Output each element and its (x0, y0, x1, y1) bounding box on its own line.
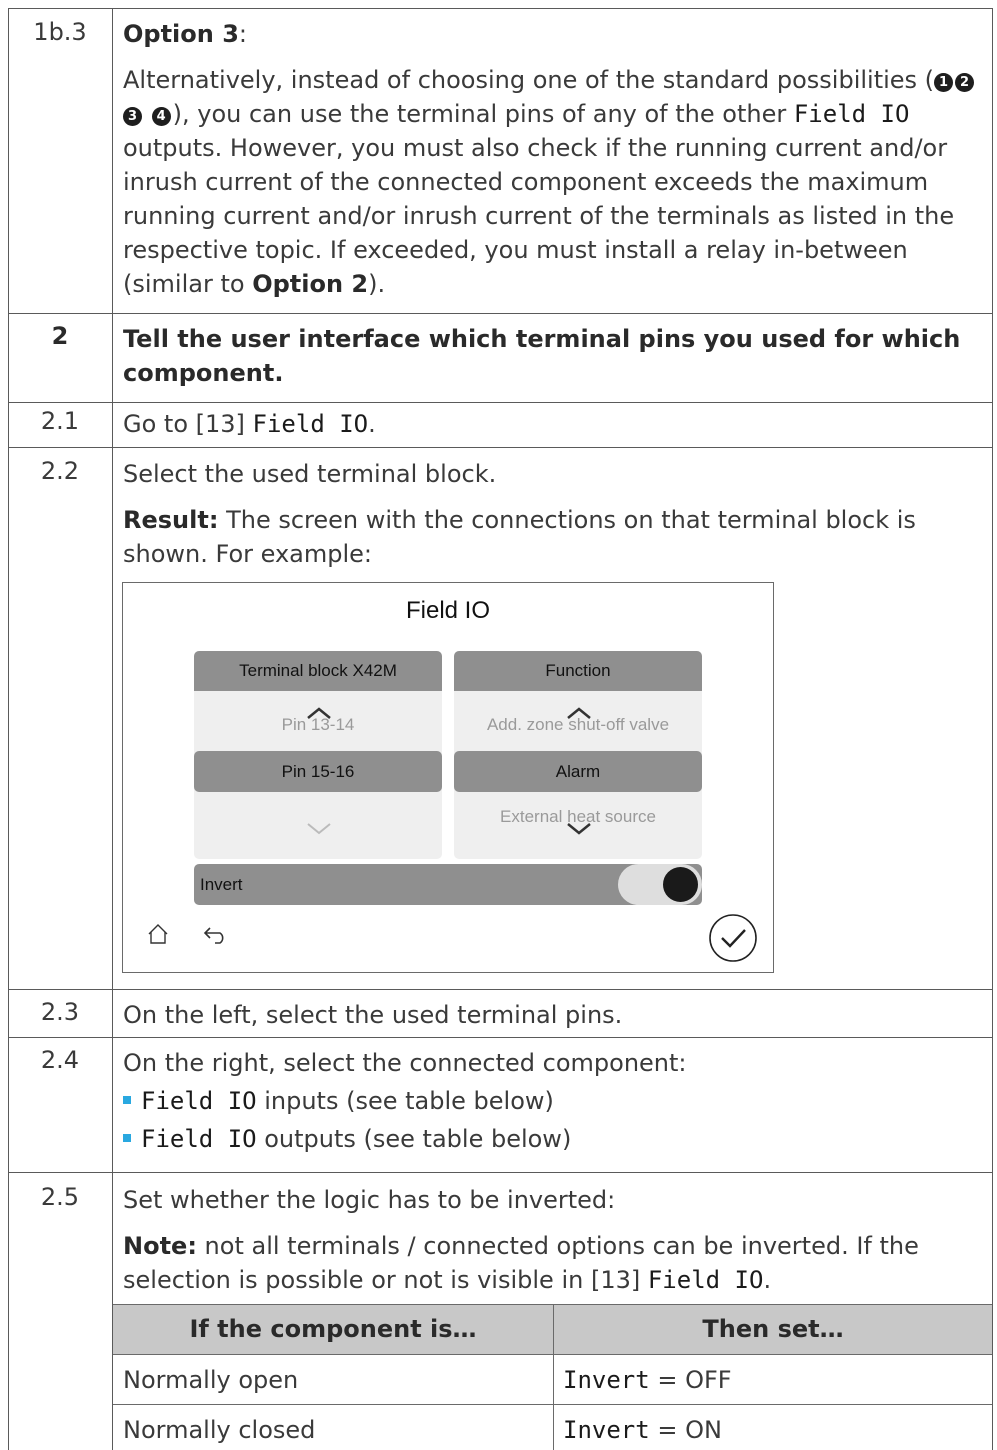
circled-number: 1 (934, 73, 954, 92)
text: The screen with the connections on that … (123, 506, 916, 568)
circled-number: 4 (151, 107, 171, 126)
home-icon[interactable] (147, 923, 169, 945)
function-header: Function (454, 651, 702, 691)
table-cell: Invert = OFF (563, 1360, 988, 1400)
terminal-block-header: Terminal block X42M (194, 651, 442, 691)
invert-term: Invert (563, 1366, 650, 1394)
chevron-down-icon[interactable] (306, 821, 332, 835)
step-number: 1b.3 (33, 18, 87, 46)
field-io-term: Field IO (141, 1087, 257, 1115)
text: inputs (see table below) (256, 1087, 554, 1115)
bullet-icon (123, 1096, 131, 1104)
terminal-block-column[interactable]: Terminal block X42M Pin 13-14 Pin 15-16 (194, 651, 442, 859)
grid-line (112, 8, 113, 1450)
back-icon[interactable] (203, 925, 229, 945)
note-label: Note: (123, 1232, 197, 1260)
field-io-term: Field IO (252, 410, 369, 438)
option-2-ref: Option 2 (252, 270, 369, 298)
table-cell: Normally closed (123, 1416, 316, 1444)
circled-number: 2 (955, 73, 975, 92)
table-header-cell: If the component is… (189, 1315, 477, 1343)
instruction: On the right, select the connected compo… (123, 1049, 687, 1077)
text: . (368, 410, 376, 438)
bullet-item: Field IO inputs (see table below) (123, 1084, 983, 1118)
toggle-knob (663, 867, 698, 902)
grid-line (8, 1037, 993, 1038)
chevron-up-icon[interactable] (566, 706, 592, 720)
step-content: Select the used terminal block. Result: … (123, 457, 983, 571)
bullet-item: Field IO outputs (see table below) (123, 1122, 983, 1156)
instruction: Select the used terminal block. (123, 460, 497, 488)
invert-row[interactable]: Invert (194, 864, 702, 905)
grid-line (8, 989, 993, 990)
grid-line (8, 8, 993, 9)
colon: : (238, 20, 248, 48)
option-title: Option 3 (123, 20, 239, 48)
step-content: On the left, select the used terminal pi… (123, 1001, 623, 1029)
step-number: 2.2 (40, 457, 80, 485)
text: outputs. However, you must also check if… (123, 134, 955, 298)
option-paragraph: Alternatively, instead of choosing one o… (123, 63, 983, 301)
invert-term: Invert (563, 1416, 650, 1444)
field-io-term: Field IO (647, 1266, 764, 1294)
text: Go to [13] (123, 410, 253, 438)
step-content: Option 3: Alternatively, instead of choo… (123, 17, 983, 301)
grid-line (8, 447, 993, 448)
text: . (763, 1266, 772, 1294)
function-selected[interactable]: Alarm (454, 751, 702, 792)
step-number: 2.3 (40, 998, 80, 1026)
step-content: Go to [13] Field IO. (123, 407, 983, 441)
chevron-down-icon[interactable] (566, 821, 592, 835)
invert-toggle[interactable] (618, 864, 702, 905)
field-io-screen: Field IO Terminal block X42M Pin 13-14 P… (122, 582, 774, 973)
step-number: 2 (51, 322, 69, 350)
field-io-term: Field IO (793, 100, 910, 128)
field-io-term: Field IO (141, 1125, 257, 1153)
instruction: Set whether the logic has to be inverted… (123, 1186, 616, 1214)
table-cell: Normally open (123, 1366, 299, 1394)
text: = ON (649, 1416, 722, 1444)
text: ), you can use the terminal pins of any … (172, 100, 794, 128)
step-heading: Tell the user interface which terminal p… (123, 325, 961, 387)
confirm-icon[interactable] (708, 913, 758, 963)
grid-line (992, 8, 993, 1450)
grid-line (8, 8, 9, 1450)
result-label: Result: (123, 506, 219, 534)
text: ). (368, 270, 386, 298)
step-content: Set whether the logic has to be inverted… (123, 1183, 983, 1297)
step-content: On the right, select the connected compo… (123, 1046, 983, 1156)
chevron-up-icon[interactable] (306, 706, 332, 720)
note-line: Note: not all terminals / connected opti… (123, 1229, 983, 1297)
grid-line (8, 313, 993, 314)
function-column[interactable]: Function Add. zone shut-off valve Alarm … (454, 651, 702, 859)
step-number: 2.4 (40, 1046, 80, 1074)
text: = OFF (649, 1366, 732, 1394)
text: not all terminals / connected options ca… (123, 1232, 919, 1294)
text: outputs (see table below) (256, 1125, 572, 1153)
circled-number: 3 (123, 107, 142, 126)
pin-selected[interactable]: Pin 15-16 (194, 751, 442, 792)
screen-title: Field IO (405, 597, 491, 624)
table-cell: Invert = ON (563, 1410, 988, 1450)
step-number: 2.5 (40, 1183, 80, 1211)
grid-line (8, 1172, 993, 1173)
table-header-cell: Then set… (702, 1315, 844, 1343)
result-line: Result: The screen with the connections … (123, 503, 983, 571)
option-heading: Option 3: (123, 17, 983, 51)
grid-line (8, 402, 993, 403)
step-number: 2.1 (40, 407, 80, 435)
bullet-icon (123, 1134, 131, 1142)
invert-label: Invert (200, 875, 243, 894)
text: Alternatively, instead of choosing one o… (123, 66, 935, 94)
